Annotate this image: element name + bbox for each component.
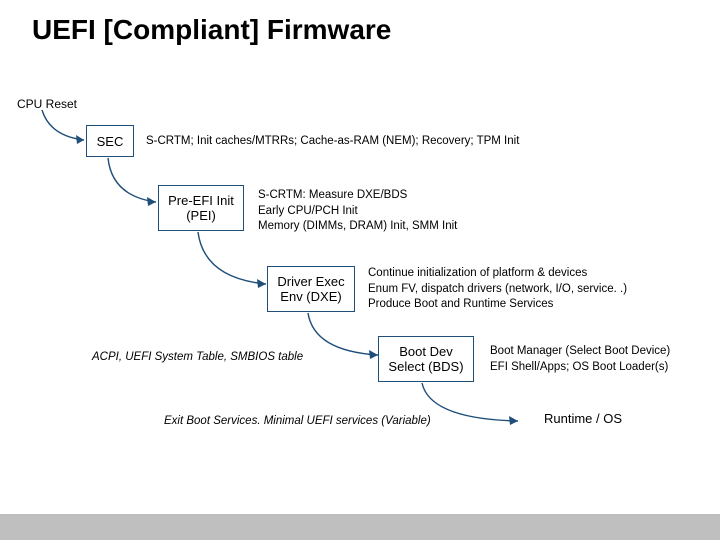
stage-bds-leftnote: ACPI, UEFI System Table, SMBIOS table (92, 350, 347, 366)
stage-dxe-desc: Continue initialization of platform & de… (368, 266, 708, 313)
page-title: UEFI [Compliant] Firmware (32, 14, 391, 46)
stage-sec-box: SEC (86, 125, 134, 157)
stage-pei-desc: S-CRTM: Measure DXE/BDS Early CPU/PCH In… (258, 188, 578, 235)
stage-sec-name: SEC (97, 134, 124, 149)
stage-rt-leftnote: Exit Boot Services. Minimal UEFI service… (164, 414, 494, 430)
arrow-pei-to-dxe (196, 230, 276, 295)
stage-rt-name: Runtime / OS (544, 411, 622, 426)
stage-dxe-box: Driver Exec Env (DXE) (267, 266, 355, 312)
stage-bds-desc: Boot Manager (Select Boot Device) EFI Sh… (490, 344, 716, 375)
slide: UEFI [Compliant] Firmware CPU Reset SEC … (0, 0, 720, 540)
stage-bds-box: Boot Dev Select (BDS) (378, 336, 474, 382)
arrow-sec-to-pei (106, 156, 166, 211)
stage-dxe-name: Driver Exec Env (DXE) (277, 274, 344, 304)
stage-pei-name: Pre-EFI Init (PEI) (168, 193, 234, 223)
footer-bar (0, 514, 720, 540)
stage-pei-box: Pre-EFI Init (PEI) (158, 185, 244, 231)
stage-sec-desc: S-CRTM; Init caches/MTRRs; Cache-as-RAM … (146, 134, 586, 150)
stage-rt-box: Runtime / OS (528, 402, 638, 434)
stage-bds-name: Boot Dev Select (BDS) (388, 344, 463, 374)
arrow-cpu-to-sec (40, 108, 90, 148)
